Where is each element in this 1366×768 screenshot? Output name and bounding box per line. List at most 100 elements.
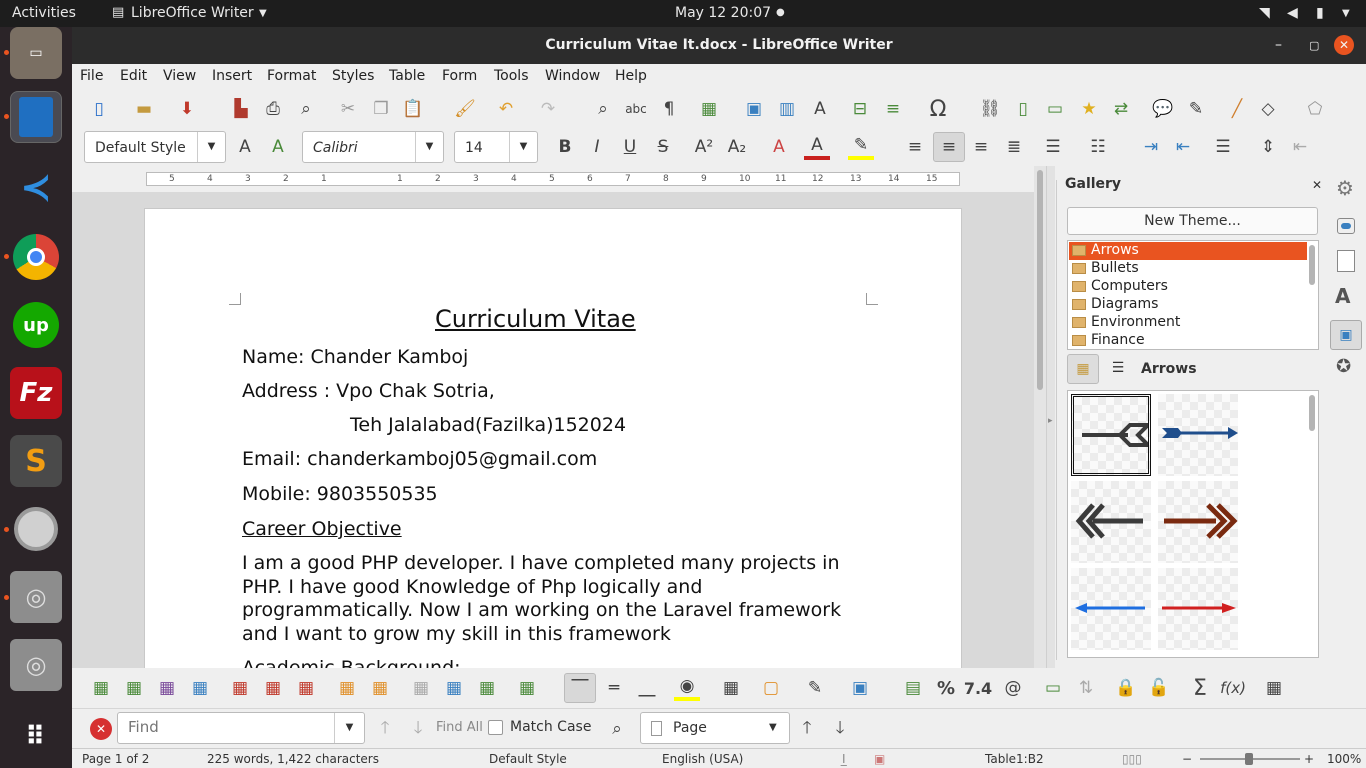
navigate-next-icon[interactable]: 🡓 [827, 716, 853, 742]
gallery-icon[interactable]: ▣ [1330, 320, 1362, 350]
theme-list[interactable]: Arrows Bullets Computers Diagrams Enviro… [1067, 240, 1319, 350]
insert-rows-above-icon[interactable]: ▦ [88, 675, 114, 701]
undo-icon[interactable]: ↶ [493, 96, 519, 122]
find-input[interactable]: ▼ [117, 712, 365, 744]
window-titlebar[interactable]: Curriculum Vitae It.docx - LibreOffice W… [72, 27, 1366, 64]
split-table-icon[interactable]: ▦ [474, 675, 500, 701]
menu-format[interactable]: Format [267, 68, 316, 84]
new-document-icon[interactable]: ▯ [86, 96, 112, 122]
split-cells-icon[interactable]: ▦ [441, 675, 467, 701]
sublime-text-icon[interactable]: S [10, 435, 62, 487]
track-changes-icon[interactable]: ✎ [1183, 96, 1209, 122]
justify-icon[interactable]: ≣ [1001, 134, 1027, 160]
align-left-icon[interactable]: ≡ [902, 134, 928, 160]
view-layout-icon[interactable]: ▯▯▯ [1122, 752, 1142, 766]
insert-rows-below-icon[interactable]: ▦ [121, 675, 147, 701]
insert-columns-after-icon[interactable]: ▦ [187, 675, 213, 701]
sum-icon[interactable]: Σ [1187, 675, 1213, 701]
unprotect-cells-icon[interactable]: 🔓 [1146, 675, 1172, 701]
increase-indent-icon[interactable]: ⇥ [1138, 134, 1164, 160]
menu-window[interactable]: Window [545, 68, 600, 84]
zoom-out-icon[interactable]: − [1182, 752, 1192, 766]
menu-table[interactable]: Table [389, 68, 425, 84]
page-style[interactable]: Default Style [489, 752, 567, 766]
unordered-list-icon[interactable]: ☰ [1040, 134, 1066, 160]
menu-tools[interactable]: Tools [494, 68, 529, 84]
close-sidebar-icon[interactable]: ✕ [1312, 178, 1322, 192]
chevron-down-icon[interactable]: ▼ [509, 132, 537, 162]
menu-edit[interactable]: Edit [120, 68, 147, 84]
print-icon[interactable]: ⎙ [260, 96, 286, 122]
footnote-icon[interactable]: ▯ [1010, 96, 1036, 122]
highlight-color-icon[interactable]: ✎ [848, 134, 874, 160]
icon-view-icon[interactable]: ▦ [1067, 354, 1099, 384]
settings-icon[interactable] [10, 503, 62, 555]
insert-field-icon[interactable]: ≡ [880, 96, 906, 122]
close-find-bar-icon[interactable]: ✕ [90, 718, 112, 740]
menu-view[interactable]: View [163, 68, 196, 84]
gallery-item[interactable] [1071, 481, 1151, 563]
find-text-field[interactable] [128, 713, 328, 741]
export-pdf-icon[interactable]: ▙ [228, 96, 254, 122]
insert-columns-before-icon[interactable]: ▦ [154, 675, 180, 701]
menu-form[interactable]: Form [442, 68, 477, 84]
find-next-icon[interactable]: 🡓 [405, 716, 431, 742]
activities-button[interactable]: Activities [12, 5, 76, 21]
select-cell-icon[interactable]: ▦ [334, 675, 360, 701]
comment-icon[interactable]: 💬 [1150, 96, 1176, 122]
align-top-icon[interactable]: ⎺ [564, 673, 596, 703]
ordered-list-icon[interactable]: ☷ [1085, 134, 1111, 160]
underline-icon[interactable]: U [617, 134, 643, 160]
superscript-icon[interactable]: A² [691, 134, 717, 160]
page-count[interactable]: Page 1 of 2 [82, 752, 149, 766]
header-footer-icon[interactable]: ▭ [1042, 96, 1068, 122]
files-icon[interactable]: ▭ [10, 27, 62, 79]
subscript-icon[interactable]: A₂ [724, 134, 750, 160]
font-size-combo[interactable]: 14 ▼ [454, 131, 538, 163]
bookmark-icon[interactable]: ★ [1076, 96, 1102, 122]
clock[interactable]: May 12 20:07 [675, 5, 771, 21]
update-style-icon[interactable]: A [232, 134, 258, 160]
match-case-checkbox[interactable] [488, 720, 503, 735]
align-center-icon[interactable]: ≡ [933, 132, 965, 162]
chevron-down-icon[interactable]: ▼ [415, 132, 443, 162]
print-preview-icon[interactable]: ⌕ [293, 96, 319, 122]
paste-icon[interactable]: 📋 [400, 96, 426, 122]
find-replace-icon[interactable]: ⌕ [590, 96, 616, 122]
new-style-icon[interactable]: A [265, 134, 291, 160]
paragraph-style-combo[interactable]: Default Style ▼ [84, 131, 226, 163]
theme-item-arrows[interactable]: Arrows [1069, 242, 1307, 260]
theme-item-finance[interactable]: Finance [1069, 332, 1307, 349]
formula-icon[interactable]: f(x) [1220, 675, 1246, 701]
horizontal-ruler[interactable]: 5 4 3 2 1 1 2 3 4 5 6 7 8 9 10 11 12 13 … [72, 166, 1034, 192]
menu-help[interactable]: Help [615, 68, 647, 84]
new-theme-button[interactable]: New Theme... [1067, 207, 1318, 235]
mobile-line[interactable]: Mobile: 9803550535 [242, 483, 438, 505]
hyperlink-icon[interactable]: ⛓ [977, 96, 1003, 122]
menu-insert[interactable]: Insert [212, 68, 252, 84]
zoom-in-icon[interactable]: + [1304, 752, 1314, 766]
career-text-line[interactable]: I am a good PHP developer. I have comple… [242, 552, 839, 574]
zoom-slider-handle[interactable] [1245, 753, 1253, 765]
detailed-view-icon[interactable]: ☰ [1103, 354, 1133, 384]
basic-shapes-icon[interactable]: ◇ [1255, 96, 1281, 122]
maximize-icon[interactable]: ▢ [1309, 27, 1319, 64]
align-right-icon[interactable]: ≡ [968, 134, 994, 160]
insert-table-icon[interactable]: ▦ [696, 96, 722, 122]
align-bottom-icon[interactable]: ⎽ [634, 675, 660, 701]
close-icon[interactable]: ✕ [1334, 35, 1354, 55]
redo-icon[interactable]: ↷ [535, 96, 561, 122]
select-table-icon[interactable]: ▦ [367, 675, 393, 701]
disk-icon-2[interactable]: ◎ [10, 639, 62, 691]
line-spacing-icon[interactable]: ☰ [1210, 134, 1236, 160]
career-text-line[interactable]: PHP. I have good Knowledge of Php logica… [242, 576, 702, 598]
gallery-item[interactable] [1158, 394, 1238, 476]
protect-cells-icon[interactable]: 🔒 [1113, 675, 1139, 701]
cut-icon[interactable]: ✂ [335, 96, 361, 122]
formatting-marks-icon[interactable]: ¶ [656, 96, 682, 122]
strikethrough-icon[interactable]: S [650, 134, 676, 160]
scrollbar-thumb[interactable] [1037, 170, 1043, 390]
minimize-icon[interactable]: – [1275, 27, 1282, 64]
sidebar-settings-icon[interactable]: ⚙ [1336, 176, 1354, 200]
copy-icon[interactable]: ❐ [368, 96, 394, 122]
